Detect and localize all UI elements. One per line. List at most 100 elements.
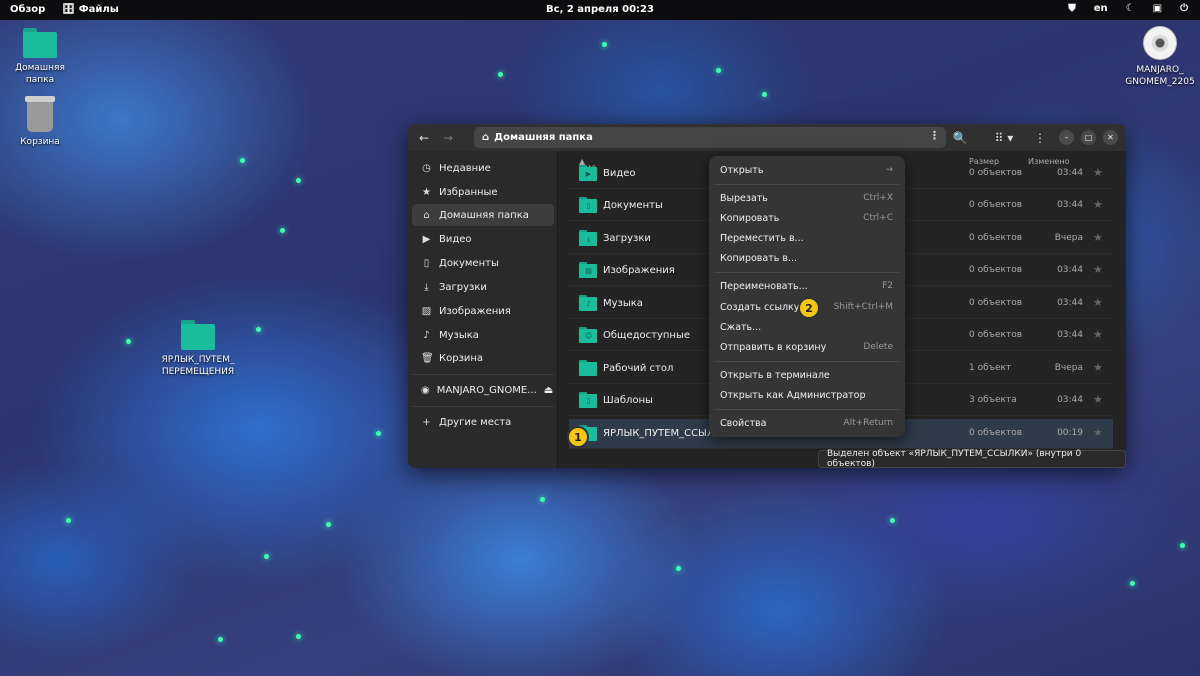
minimize-button[interactable]: – — [1059, 130, 1074, 145]
menu-item-copy[interactable]: Копировать Ctrl+C — [715, 208, 899, 228]
menu-item-label: Отправить в корзину — [720, 341, 827, 353]
sidebar-item-other-places[interactable]: + Другие места — [412, 411, 554, 433]
menu-item-label: Переместить в... — [720, 232, 804, 244]
eject-icon[interactable]: ⏏ — [544, 385, 553, 396]
sidebar-item-home[interactable]: ⌂ Домашняя папка — [412, 204, 554, 226]
menu-item-label: Создать ссылку — [720, 301, 800, 313]
sidebar-divider — [412, 374, 554, 375]
star-icon[interactable]: ★ — [1093, 231, 1103, 244]
menu-item-label: Копировать — [720, 212, 780, 224]
menu-item-label: Открыть в терминале — [720, 369, 830, 381]
sidebar-item-label: Видео — [439, 233, 472, 245]
menu-item-properties[interactable]: Свойства Alt+Return — [715, 413, 899, 433]
sidebar-item-pictures[interactable]: ▨ Изображения — [412, 300, 554, 322]
menu-item-open-terminal[interactable]: Открыть в терминале — [715, 365, 899, 385]
star-icon[interactable]: ★ — [1093, 393, 1103, 406]
star-icon[interactable]: ★ — [1093, 198, 1103, 211]
menu-item-open-as-admin[interactable]: Открыть как Администратор — [715, 385, 899, 405]
arrow-right-icon: → — [885, 165, 893, 175]
menu-item-copy-to[interactable]: Копировать в... — [715, 248, 899, 268]
disc-icon: ◉ — [421, 384, 430, 396]
sidebar-item-videos[interactable]: ▶ Видео — [412, 228, 554, 250]
file-date: 00:19 — [1057, 428, 1083, 438]
grid-view-icon: ⠿ ▾ — [994, 131, 1014, 145]
close-button[interactable]: ✕ — [1103, 130, 1118, 145]
night-mode-icon[interactable]: ☾ — [1126, 3, 1135, 14]
menu-divider — [715, 361, 899, 362]
clock[interactable]: Вс, 2 апреля 00:23 — [0, 4, 1200, 15]
sidebar-item-drive[interactable]: ◉ MANJARO_GNOME... ⏏ — [412, 379, 554, 401]
keyboard-layout[interactable]: en — [1094, 3, 1108, 14]
menu-item-label: Вырезать — [720, 192, 768, 204]
star-icon[interactable]: ★ — [1093, 328, 1103, 341]
document-icon: ▯ — [423, 257, 430, 269]
trash-icon: 🗑 — [421, 352, 434, 364]
selection-status: Выделен объект «ЯРЛЫК_ПУТЕМ_ССЫЛКИ» (вну… — [818, 449, 1126, 469]
shield-icon[interactable]: ⛊ — [1068, 3, 1076, 14]
star-icon[interactable]: ★ — [1093, 426, 1103, 439]
menu-item-move-to-trash[interactable]: Отправить в корзину Delete — [715, 337, 899, 357]
sidebar-item-downloads[interactable]: ⤓ Загрузки — [412, 276, 554, 298]
minimize-icon: – — [1064, 133, 1069, 142]
file-date: 03:44 — [1057, 200, 1083, 210]
search-icon: 🔍 — [952, 131, 968, 145]
menu-item-label: Копировать в... — [720, 252, 798, 264]
search-button[interactable]: 🔍 — [950, 128, 970, 148]
file-name: Музыка — [603, 298, 643, 309]
sidebar-item-music[interactable]: ♪ Музыка — [412, 324, 554, 346]
forward-button[interactable]: → — [438, 128, 458, 148]
file-name: Общедоступные — [603, 330, 691, 341]
star-icon[interactable]: ★ — [1093, 166, 1103, 179]
star-icon[interactable]: ★ — [1093, 263, 1103, 276]
file-date: 03:44 — [1057, 330, 1083, 340]
path-menu-icon[interactable]: ⋮ — [929, 129, 940, 142]
arrow-left-icon: ← — [418, 131, 430, 145]
desktop-shortcut-folder[interactable]: ЯРЛЫК_ПУТЕМ_ ПЕРЕМЕЩЕНИЯ — [158, 320, 238, 378]
sidebar-item-label: MANJARO_GNOME... — [436, 384, 537, 396]
sidebar-item-documents[interactable]: ▯ Документы — [412, 252, 554, 274]
sidebar-item-label: Документы — [439, 257, 499, 269]
clock-icon: ◷ — [422, 162, 431, 174]
sidebar-item-starred[interactable]: ★ Избранные — [412, 181, 554, 203]
folder-video-icon: ▶ — [579, 165, 597, 181]
folder-public-icon: ☺ — [579, 327, 597, 343]
view-toggle-button[interactable]: ⠿ ▾ — [990, 128, 1018, 148]
menu-divider — [715, 272, 899, 273]
star-icon[interactable]: ★ — [1093, 296, 1103, 309]
file-date: 03:44 — [1057, 265, 1083, 275]
menu-divider — [715, 184, 899, 185]
menu-item-shortcut: Ctrl+X — [863, 193, 893, 203]
file-date: Вчера — [1054, 233, 1083, 243]
arrow-right-icon: → — [442, 131, 454, 145]
menu-item-compress[interactable]: Сжать... — [715, 317, 899, 337]
power-icon[interactable]: ⏻ — [1180, 3, 1188, 14]
menu-item-shortcut: F2 — [882, 281, 893, 291]
header-bar: ← → ⌂ Домашняя папка ⋮ 🔍 ⠿ ▾ ⋮ – □ ✕ — [408, 124, 1126, 151]
desktop-disc[interactable]: MANJARO_ GNOMEM_2205 — [1120, 26, 1200, 88]
system-tray: ⛊ en ☾ ▣ ⏻ — [1068, 3, 1188, 14]
menu-item-move-to[interactable]: Переместить в... — [715, 228, 899, 248]
sidebar-item-label: Другие места — [439, 416, 512, 428]
folder-documents-icon: ▯ — [579, 197, 597, 213]
main-menu-button[interactable]: ⋮ — [1030, 128, 1050, 148]
menu-item-cut[interactable]: Вырезать Ctrl+X — [715, 188, 899, 208]
desktop-trash[interactable]: Корзина — [0, 96, 80, 148]
back-button[interactable]: ← — [414, 128, 434, 148]
file-date: 03:44 — [1057, 168, 1083, 178]
star-icon[interactable]: ★ — [1093, 361, 1103, 374]
screen-icon[interactable]: ▣ — [1153, 3, 1162, 14]
sidebar-item-trash[interactable]: 🗑 Корзина — [412, 347, 554, 369]
file-size: 0 объектов — [969, 265, 1023, 275]
sidebar-item-recent[interactable]: ◷ Недавние — [412, 157, 554, 179]
maximize-button[interactable]: □ — [1081, 130, 1096, 145]
file-name: Загрузки — [603, 233, 651, 244]
menu-item-open[interactable]: Открыть → — [715, 160, 899, 180]
desktop-home-folder[interactable]: Домашняя папка — [0, 28, 80, 86]
path-bar[interactable]: ⌂ Домашняя папка ⋮ — [474, 127, 946, 148]
sidebar-item-label: Недавние — [439, 162, 491, 174]
file-name: Изображения — [603, 265, 675, 276]
menu-item-rename[interactable]: Переименовать... F2 — [715, 276, 899, 296]
video-icon: ▶ — [422, 233, 431, 245]
disc-icon — [1143, 26, 1177, 60]
trash-icon — [25, 96, 55, 132]
